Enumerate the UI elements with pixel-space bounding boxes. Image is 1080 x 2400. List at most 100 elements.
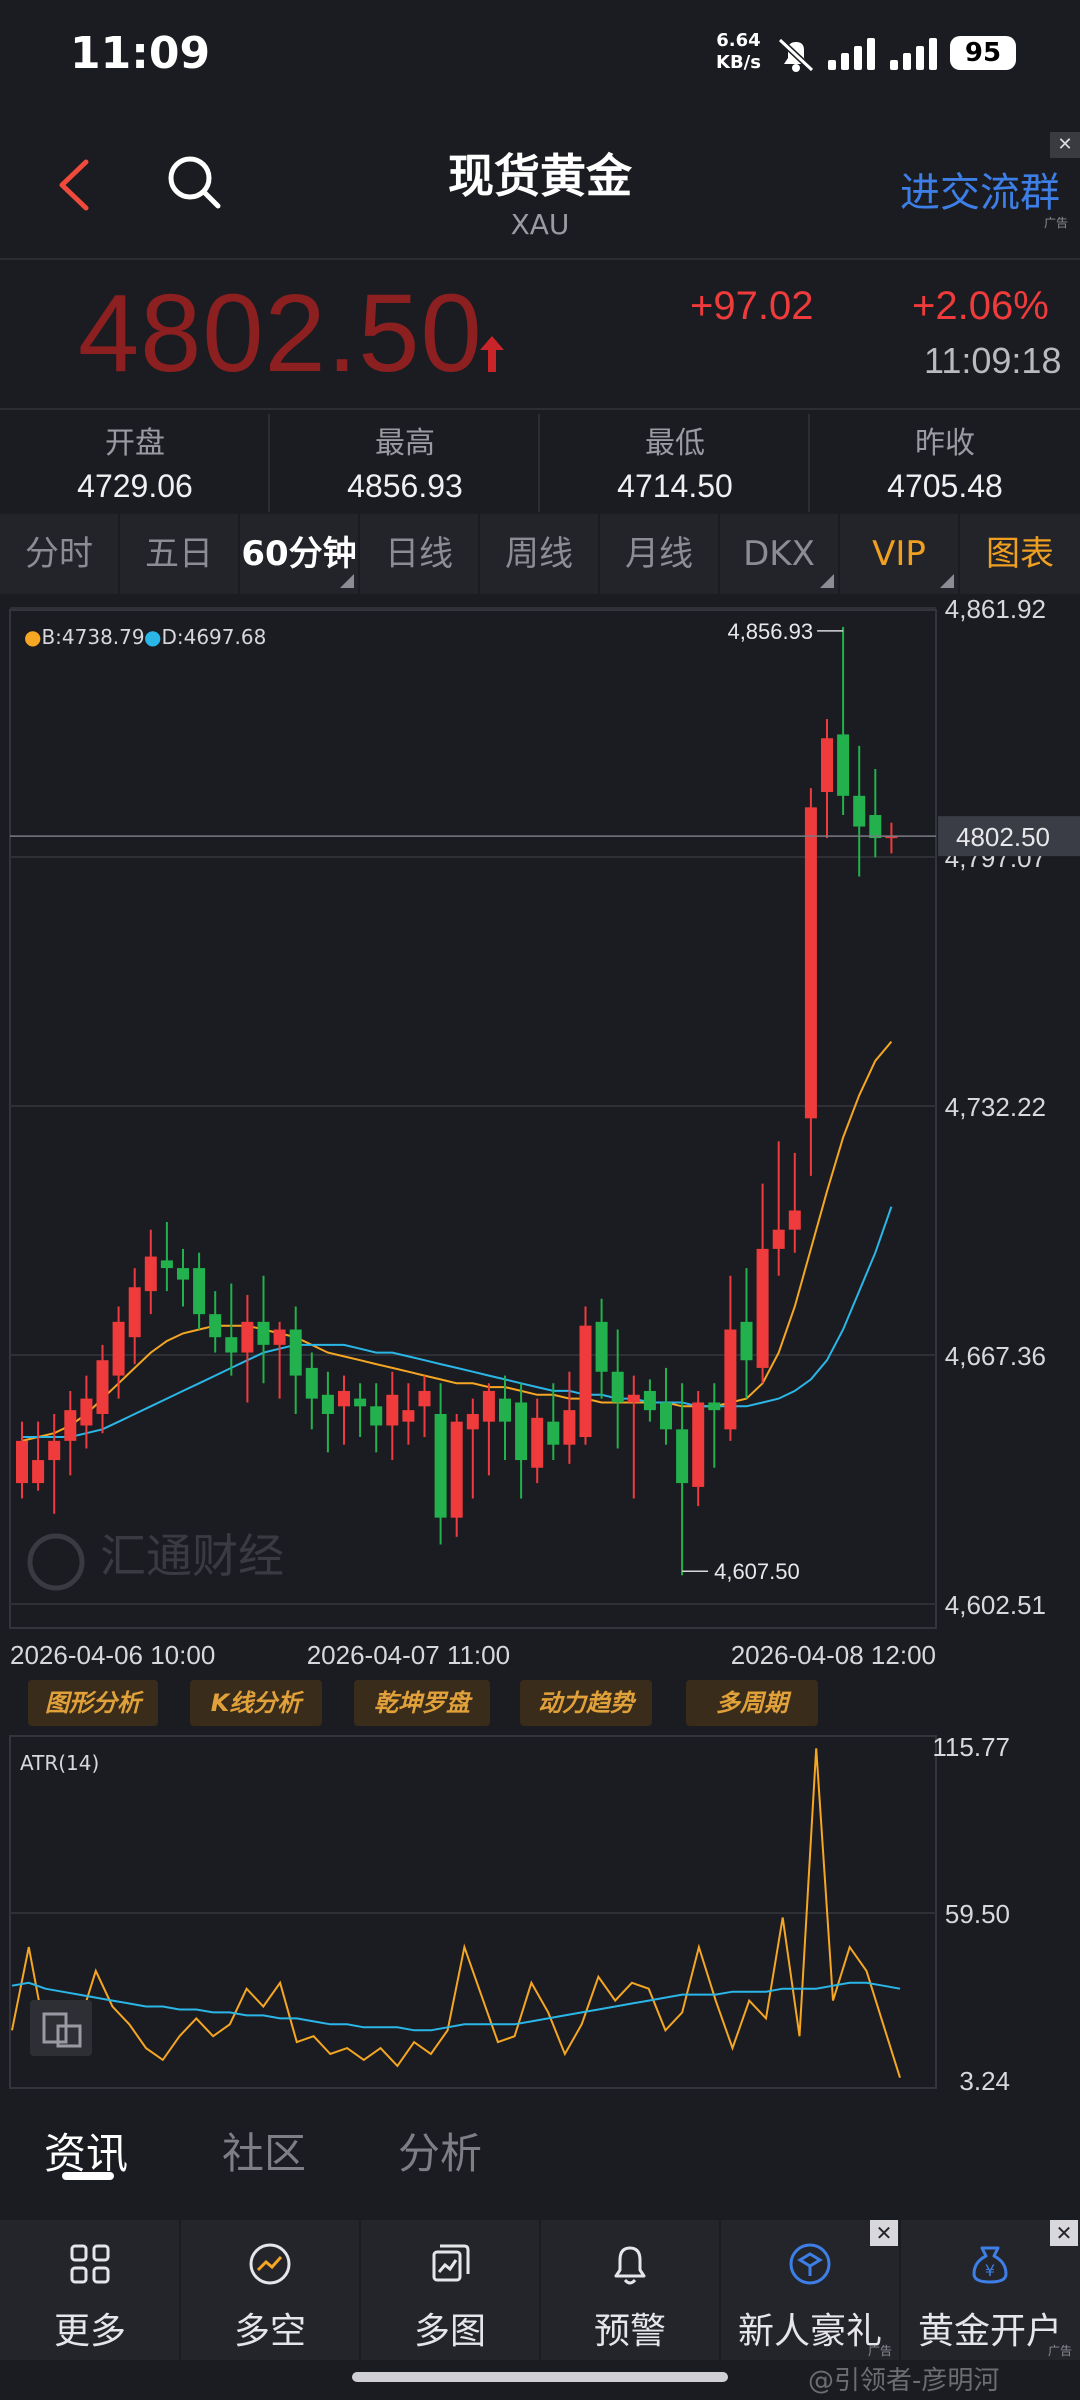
x-tick-label: 2026-04-08 12:00 (731, 1640, 936, 1670)
candlestick-chart[interactable]: 4,861.924,797.074,732.224,667.364,602.51… (0, 594, 1080, 1696)
y-tick-label: 115.77 (932, 1732, 1010, 1762)
stat-low: 最低 4714.50 (540, 414, 810, 512)
plot-frame (9, 1735, 937, 2089)
candle (853, 795, 866, 827)
tool-multi-period[interactable]: 多周期 (686, 1680, 818, 1726)
candle (595, 1321, 608, 1372)
tool-momentum[interactable]: 动力趋势 (520, 1680, 652, 1726)
ad-close-button[interactable]: ✕ (870, 2220, 898, 2246)
divider (0, 258, 1080, 260)
back-button[interactable] (50, 150, 100, 220)
atr-indicator-chart[interactable]: 115.77 59.50 3.24 ATR(14) (0, 1728, 1080, 2098)
multi-chart-label: 多图 (413, 2311, 486, 2352)
grid-icon (70, 2244, 110, 2284)
trend-icon (249, 2243, 291, 2285)
multi-chart-icon (432, 2244, 470, 2282)
mute-icon (777, 37, 815, 73)
candle (660, 1402, 672, 1430)
candle (434, 1413, 447, 1518)
candle (321, 1394, 334, 1414)
tab-intraday[interactable]: 分时 (0, 514, 118, 594)
tool-kline-analysis[interactable]: K线分析 (190, 1680, 322, 1726)
stat-high: 最高 4856.93 (270, 414, 540, 512)
dropdown-corner-icon (820, 574, 834, 588)
newcomer-gift-button[interactable]: 新人豪礼 ✕ 广告 (720, 2220, 900, 2360)
candle (418, 1390, 431, 1407)
join-group-button[interactable]: 进交流群 (900, 160, 1060, 218)
candle (64, 1410, 77, 1441)
candle (80, 1398, 93, 1426)
page-title: 现货黄金 (448, 149, 632, 203)
candle (643, 1390, 656, 1411)
stat-prev-close: 昨收 4705.48 (810, 414, 1080, 512)
dropdown-corner-icon (940, 574, 954, 588)
bottom-action-bar: 更多 多空 多图 预警 新人豪礼 ✕ 广告 ¥ 黄金开户 ✕ 广告 (0, 2220, 1080, 2360)
home-indicator[interactable] (352, 2372, 728, 2382)
price-change-percent: +2.06% (912, 284, 1049, 328)
candle (482, 1390, 495, 1422)
dropdown-corner-icon (340, 574, 354, 588)
y-tick-label: 4,602.51 (945, 1590, 1046, 1620)
watermark-logo-icon (27, 1533, 85, 1591)
tab-chart-settings[interactable]: 图表 (960, 514, 1080, 594)
stat-open: 开盘 4729.06 (0, 414, 270, 512)
candle (804, 807, 817, 1119)
candle (772, 1229, 785, 1249)
candle (676, 1429, 689, 1484)
candle (466, 1413, 479, 1430)
more-button[interactable]: 更多 (0, 2220, 180, 2360)
candle (499, 1398, 511, 1422)
period-tabs: 分时 五日 60分钟 日线 周线 月线 DKX VIP 图表 (0, 514, 1080, 594)
tab-dkx-label: DKX (743, 534, 815, 574)
search-icon[interactable] (164, 152, 224, 212)
tab-vip[interactable]: VIP (840, 514, 958, 594)
candle (209, 1314, 222, 1338)
alert-button[interactable]: 预警 (540, 2220, 720, 2360)
candle (692, 1402, 705, 1487)
up-arrow-icon (480, 336, 504, 372)
candle (869, 815, 882, 839)
tab-monthly[interactable]: 月线 (600, 514, 718, 594)
stat-value: 4729.06 (77, 468, 193, 504)
tool-pattern-analysis[interactable]: 图形分析 (28, 1680, 158, 1726)
y-tick-label: 4,732.22 (945, 1092, 1046, 1122)
status-time: 11:09 (70, 28, 211, 79)
signal-strength-icon (890, 38, 937, 70)
ad-close-button[interactable]: ✕ (1050, 2220, 1078, 2246)
candle (740, 1321, 753, 1361)
tab-analysis[interactable]: 分析 (398, 2120, 482, 2181)
tab-five-day[interactable]: 五日 (120, 514, 238, 594)
candle (32, 1460, 45, 1484)
divider (0, 408, 1080, 410)
expand-icon[interactable] (30, 2000, 92, 2056)
tab-dkx[interactable]: DKX (720, 514, 838, 594)
tab-60min[interactable]: 60分钟 (240, 514, 358, 594)
gift-icon (789, 2243, 831, 2285)
stat-label: 开盘 (105, 426, 165, 461)
candle (128, 1287, 141, 1338)
candle (837, 734, 850, 796)
tab-daily[interactable]: 日线 (360, 514, 478, 594)
candle (160, 1260, 173, 1269)
candle (370, 1406, 383, 1426)
candle (305, 1367, 318, 1399)
candle (579, 1325, 592, 1438)
y-tick-label: 4,861.92 (945, 594, 1046, 624)
svg-text:¥: ¥ (985, 2261, 995, 2280)
candle (273, 1329, 286, 1345)
candle (241, 1321, 254, 1353)
high-marker-label: 4,856.93 (727, 619, 813, 644)
y-tick-label: 4,667.36 (945, 1341, 1046, 1371)
candle (788, 1210, 801, 1230)
legend-b: ●B:4738.79 (24, 625, 145, 649)
tool-compass[interactable]: 乾坤罗盘 (354, 1680, 490, 1726)
multi-chart-button[interactable]: 多图 (360, 2220, 540, 2360)
gold-account-button[interactable]: ¥ 黄金开户 ✕ 广告 (900, 2220, 1080, 2360)
current-price-label: 4802.50 (956, 822, 1050, 852)
tab-community[interactable]: 社区 (222, 2120, 306, 2181)
tab-weekly[interactable]: 周线 (480, 514, 598, 594)
ad-tag: 广告 (1044, 216, 1069, 230)
ad-close-button[interactable]: ✕ (1050, 132, 1080, 158)
long-short-button[interactable]: 多空 (180, 2220, 360, 2360)
candle (708, 1402, 721, 1411)
